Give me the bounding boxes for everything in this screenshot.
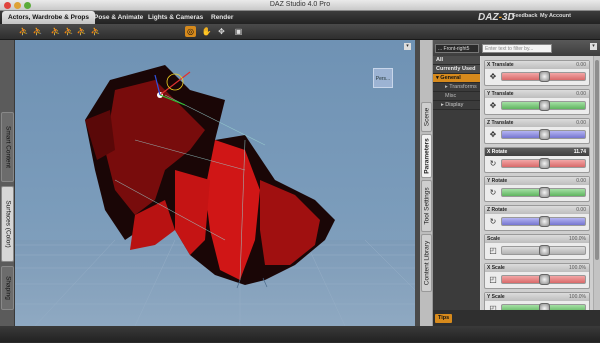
x-translate-slider[interactable] [501,71,586,82]
tab-tool-settings[interactable]: Tool Settings [421,180,432,232]
param-y-scale[interactable]: Y Scale 100.0% ◰ [484,292,590,310]
new-scene-icon[interactable]: ⛹ [18,26,29,37]
universal-tool-icon[interactable]: ◎ [185,26,196,37]
rotate-tool-icon[interactable]: ✋ [201,26,212,37]
timeline-bar [0,326,600,342]
figure-select-icon[interactable]: ⛹ [76,26,87,37]
viewport-menu-icon[interactable]: ▾ [404,43,411,50]
figure-group-icon[interactable]: ⛹ [63,26,74,37]
feedback-link[interactable]: Feedback [512,13,537,19]
tab-smart-content[interactable]: Smart Content [1,112,14,182]
slider-knob[interactable] [539,303,550,310]
property-group-tree: All Currently Used ▾ General ▸ Transform… [433,56,480,310]
slider-knob[interactable] [539,245,550,256]
tab-parameters[interactable]: Parameters [421,134,432,178]
figure-options-icon[interactable]: ⛹ [90,26,101,37]
param-x-rotate[interactable]: X Rotate 11.74 ↻ [484,147,590,173]
slider-knob[interactable] [539,129,550,140]
slider-knob[interactable] [539,100,550,111]
move-tool-icon[interactable]: ✥ [216,26,227,37]
tab-lights-cameras[interactable]: Lights & Cameras [142,11,209,24]
parameter-scrollbar[interactable] [593,56,600,310]
window-title: DAZ Studio 4.0 Pro [269,1,331,8]
parameter-list: X Translate 0.00 ✥ Y Translate 0.00 ✥ Z Tr… [481,56,593,310]
param-scale[interactable]: Scale 100.0% ◰ [484,234,590,260]
rotate-icon: ↻ [489,159,497,168]
move-icon: ✥ [489,72,497,81]
slider-knob[interactable] [539,216,550,227]
daz3d-logo: DAZ-3D [478,12,515,23]
tree-item-all[interactable]: All [433,56,480,65]
tab-pose-animate[interactable]: Pose & Animate [88,11,149,24]
tab-scene[interactable]: Scene [421,102,432,132]
tab-actors-wardrobe-props[interactable]: Actors, Wardrobe & Props [2,11,96,24]
slider-knob[interactable] [539,71,550,82]
slider-knob[interactable] [539,187,550,198]
figure-tool-icon[interactable]: ⛹ [32,26,43,37]
rotate-icon: ↻ [489,188,497,197]
node-selector[interactable]: ... Front-right5 [435,44,479,53]
param-x-scale[interactable]: X Scale 100.0% ◰ [484,263,590,289]
parameters-header: ... Front-right5 Enter text to filter by… [433,40,600,56]
x-scale-slider[interactable] [501,274,586,285]
parameters-footer: Tips [433,310,600,326]
right-pane-tabs: Scene Parameters Tool Settings Content L… [420,40,433,326]
tree-item-misc[interactable]: Misc [433,92,480,101]
param-y-rotate[interactable]: Y Rotate 0.00 ↻ [484,176,590,202]
tab-content-library[interactable]: Content Library [421,234,432,292]
slider-knob[interactable] [539,158,550,169]
tab-render[interactable]: Render [205,11,239,24]
scale-slider[interactable] [501,245,586,256]
camera-cube-icon[interactable]: Pers... [373,68,393,88]
activity-bar: Actors, Wardrobe & Props Pose & Animate … [0,11,600,24]
tree-item-display[interactable]: ▸ Display [433,101,480,110]
my-account-link[interactable]: My Account [540,13,571,19]
title-bar: DAZ Studio 4.0 Pro [0,0,600,11]
z-rotate-slider[interactable] [501,216,586,227]
rotate-icon: ↻ [489,217,497,226]
tree-item-general[interactable]: ▾ General [433,74,480,83]
x-rotate-slider[interactable] [501,158,586,169]
param-y-translate[interactable]: Y Translate 0.00 ✥ [484,89,590,115]
y-translate-slider[interactable] [501,100,586,111]
left-pane-tabs: Smart Content Surfaces (Color) Shaping [0,40,15,326]
move-icon: ✥ [489,101,497,110]
z-translate-slider[interactable] [501,129,586,140]
3d-viewport[interactable]: ▾ Pers... [15,40,415,326]
toolbar: ⛹ ⛹ ⛹ ⛹ ⛹ ⛹ ◎ ✋ ✥ ▣ [0,24,600,40]
param-z-translate[interactable]: Z Translate 0.00 ✥ [484,118,590,144]
tree-item-currently-used[interactable]: Currently Used [433,65,480,74]
scrollbar-thumb[interactable] [595,60,599,260]
pose-tool-icon[interactable]: ⛹ [50,26,61,37]
tab-shaping[interactable]: Shaping [1,266,14,310]
right-pane: Scene Parameters Tool Settings Content L… [420,40,600,343]
pane-menu-icon[interactable]: ▾ [590,43,597,50]
tips-button[interactable]: Tips [435,314,453,323]
scene-render [15,65,415,326]
move-icon: ✥ [489,130,497,139]
slider-knob[interactable] [539,274,550,285]
camera-tool-icon[interactable]: ▣ [233,26,244,37]
param-x-translate[interactable]: X Translate 0.00 ✥ [484,60,590,86]
scale-icon: ◰ [489,246,497,255]
y-rotate-slider[interactable] [501,187,586,198]
param-z-rotate[interactable]: Z Rotate 0.00 ↻ [484,205,590,231]
filter-input[interactable]: Enter text to filter by... [482,44,552,53]
tree-item-transforms[interactable]: ▸ Transforms [433,83,480,92]
scale-icon: ◰ [489,275,497,284]
tab-surfaces-color[interactable]: Surfaces (Color) [1,186,14,262]
